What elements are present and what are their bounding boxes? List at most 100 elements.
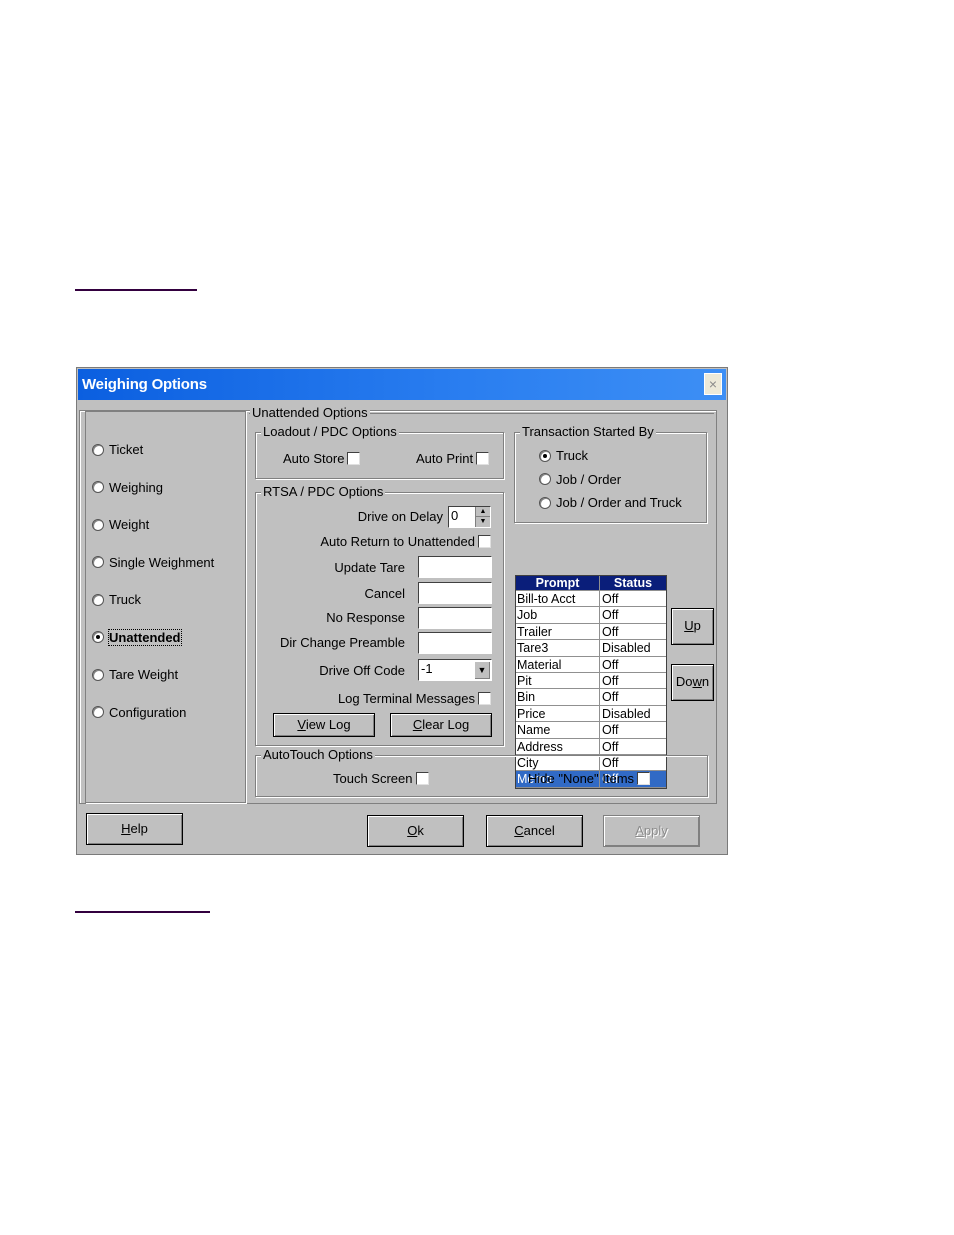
- drive-on-delay-spinner[interactable]: 0 ▲ ▼: [448, 506, 491, 528]
- grid-row[interactable]: Bill-to Acct Off: [516, 591, 666, 608]
- hide-none-checkbox[interactable]: [637, 772, 651, 785]
- grid-row[interactable]: Bin Off: [516, 689, 666, 706]
- loadout-label: Loadout / PDC Options: [261, 424, 399, 439]
- log-terminal-option[interactable]: Log Terminal Messages: [338, 691, 491, 706]
- category-label: Unattended: [108, 628, 182, 646]
- grid-row[interactable]: Trailer Off: [516, 623, 666, 641]
- status-cell[interactable]: Off: [600, 657, 666, 672]
- spin-down-icon[interactable]: ▼: [476, 517, 490, 527]
- grid-row[interactable]: Job Off: [516, 607, 666, 624]
- auto-return-checkbox[interactable]: [478, 535, 491, 548]
- status-cell[interactable]: Off: [600, 591, 666, 606]
- radio-button-icon[interactable]: [539, 449, 551, 462]
- grid-row[interactable]: Tare3 Disabled: [516, 640, 666, 657]
- status-cell[interactable]: Off: [600, 689, 666, 704]
- transaction-option-label: Job / Order: [556, 471, 622, 487]
- hide-none-label: Hide "None" Items: [528, 771, 635, 786]
- column-header-prompt[interactable]: Prompt: [516, 576, 600, 590]
- radio-button-icon[interactable]: [92, 631, 104, 643]
- radio-button-icon[interactable]: [92, 443, 104, 456]
- no-response-input[interactable]: [418, 607, 492, 629]
- view-log-button[interactable]: View Log: [273, 713, 375, 737]
- close-button[interactable]: ×: [704, 373, 722, 395]
- cancel-button[interactable]: Cancel: [486, 815, 583, 847]
- hide-none-option[interactable]: Hide "None" Items: [528, 771, 651, 786]
- auto-store-option[interactable]: Auto Store: [283, 451, 361, 466]
- transaction-option-job-order[interactable]: Job / Order: [539, 472, 621, 487]
- auto-print-option[interactable]: Auto Print: [416, 451, 490, 466]
- prompt-cell[interactable]: Address: [516, 738, 600, 754]
- prompt-cell[interactable]: Trailer: [516, 623, 600, 640]
- update-tare-input[interactable]: [418, 556, 492, 578]
- category-weight[interactable]: Weight: [92, 517, 149, 532]
- status-cell[interactable]: Disabled: [600, 640, 666, 655]
- category-ticket[interactable]: Ticket: [92, 442, 143, 457]
- grid-row[interactable]: Name Off: [516, 722, 666, 739]
- cancel-code-label: Cancel: [364, 586, 405, 601]
- transaction-option-job-order-and-truck[interactable]: Job / Order and Truck: [539, 495, 682, 510]
- category-weighing[interactable]: Weighing: [92, 480, 163, 495]
- category-tare-weight[interactable]: Tare Weight: [92, 667, 178, 682]
- move-down-button[interactable]: Down: [671, 664, 714, 701]
- radio-button-icon[interactable]: [92, 518, 104, 531]
- grid-row[interactable]: Address Off: [516, 738, 666, 755]
- dir-change-label: Dir Change Preamble: [279, 635, 405, 650]
- dialog-body: Ticket Weighing Weight Single Weighment Truc…: [79, 405, 717, 804]
- category-truck[interactable]: Truck: [92, 592, 141, 607]
- auto-return-option[interactable]: Auto Return to Unattended: [320, 534, 491, 549]
- status-cell[interactable]: Off: [600, 673, 666, 688]
- dir-change-input[interactable]: [418, 632, 492, 654]
- status-cell[interactable]: Disabled: [600, 706, 666, 721]
- touch-screen-option[interactable]: Touch Screen: [333, 771, 429, 786]
- dialog-title: Weighing Options: [82, 376, 207, 393]
- radio-button-icon[interactable]: [92, 481, 104, 493]
- ok-button[interactable]: Ok: [367, 815, 464, 847]
- unattended-options-label: Unattended Options: [250, 405, 370, 420]
- grid-row[interactable]: Pit Off: [516, 672, 666, 690]
- move-up-button[interactable]: Up: [671, 608, 714, 645]
- auto-print-checkbox[interactable]: [476, 452, 490, 465]
- prompt-cell[interactable]: Job: [516, 607, 600, 623]
- drive-off-code-select[interactable]: -1 ▼: [418, 659, 492, 681]
- category-unattended[interactable]: Unattended: [92, 628, 182, 646]
- status-cell[interactable]: Off: [600, 739, 666, 754]
- page-link-underline-top[interactable]: [75, 289, 197, 291]
- status-cell[interactable]: Off: [600, 722, 666, 737]
- radio-button-icon[interactable]: [539, 473, 551, 485]
- radio-button-icon[interactable]: [92, 668, 104, 681]
- radio-button-icon[interactable]: [92, 593, 104, 606]
- apply-button[interactable]: Apply: [603, 815, 700, 847]
- help-button[interactable]: Help: [86, 813, 183, 845]
- category-configuration[interactable]: Configuration: [92, 705, 186, 720]
- column-header-status[interactable]: Status: [600, 576, 666, 590]
- prompt-cell[interactable]: Material: [516, 656, 600, 672]
- prompt-cell[interactable]: Bill-to Acct: [516, 591, 600, 607]
- prompt-cell[interactable]: Bin: [516, 689, 600, 705]
- prompt-cell[interactable]: Tare3: [516, 640, 600, 656]
- radio-button-icon[interactable]: [92, 556, 104, 568]
- clear-log-button[interactable]: Clear Log: [390, 713, 492, 737]
- category-label: Tare Weight: [109, 667, 179, 682]
- transaction-option-truck[interactable]: Truck: [539, 448, 588, 463]
- status-cell[interactable]: Off: [600, 607, 666, 622]
- dropdown-arrow-icon[interactable]: ▼: [474, 661, 490, 679]
- radio-button-icon[interactable]: [92, 706, 104, 718]
- category-single-weighment[interactable]: Single Weighment: [92, 555, 214, 570]
- spin-up-icon[interactable]: ▲: [476, 507, 490, 517]
- prompt-cell[interactable]: Pit: [516, 672, 600, 689]
- prompt-cell[interactable]: Price: [516, 705, 600, 722]
- log-terminal-checkbox[interactable]: [478, 692, 491, 705]
- auto-store-label: Auto Store: [283, 451, 345, 466]
- grid-row[interactable]: Price Disabled: [516, 705, 666, 723]
- touch-screen-checkbox[interactable]: [415, 772, 429, 785]
- grid-header: Prompt Status: [516, 576, 666, 591]
- grid-row[interactable]: Material Off: [516, 656, 666, 673]
- auto-store-checkbox[interactable]: [347, 452, 361, 465]
- page-link-underline-bottom[interactable]: [75, 911, 210, 913]
- cancel-code-input[interactable]: [418, 582, 492, 604]
- status-cell[interactable]: Off: [600, 624, 666, 639]
- prompt-cell[interactable]: Name: [516, 722, 600, 738]
- title-bar[interactable]: Weighing Options ×: [78, 369, 726, 400]
- category-label: Single Weighment: [109, 554, 215, 570]
- radio-button-icon[interactable]: [539, 496, 551, 509]
